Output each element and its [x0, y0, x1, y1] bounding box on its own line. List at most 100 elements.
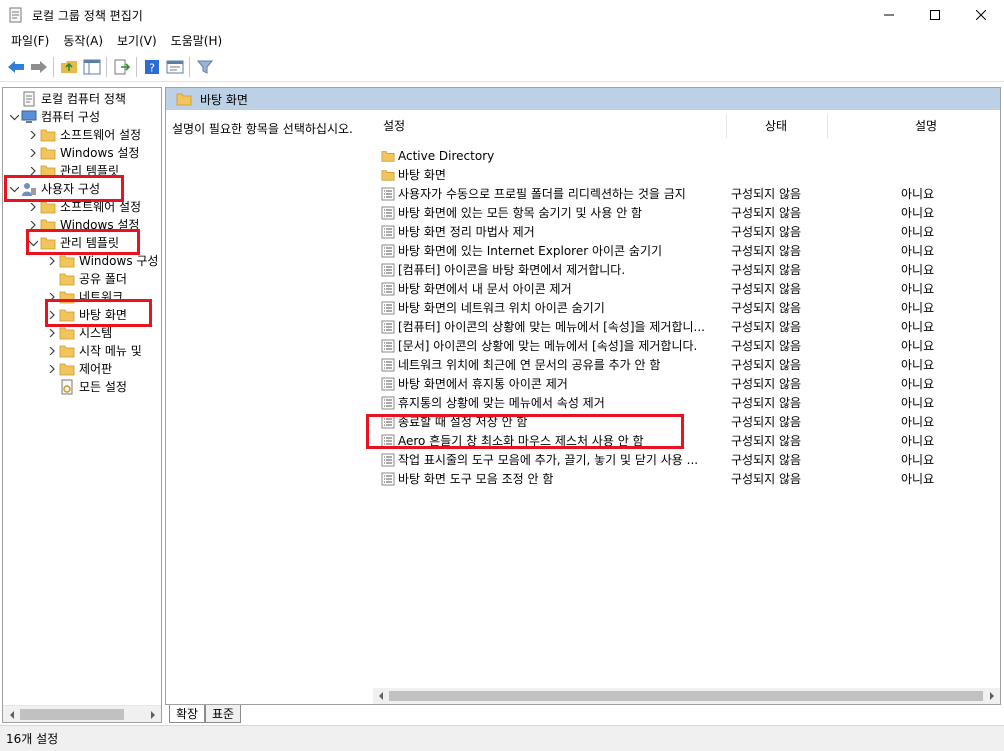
scroll-thumb[interactable] [20, 709, 124, 720]
tree-horizontal-scrollbar[interactable] [3, 705, 161, 722]
filter-button[interactable] [193, 56, 216, 78]
tree-item[interactable]: 소프트웨어 설정 [26, 125, 141, 144]
list-item-setting[interactable]: 바탕 화면에 있는 Internet Explorer 아이콘 숨기기 구성되지 … [373, 242, 1000, 261]
tree-item[interactable]: 관리 템플릿 [26, 233, 119, 252]
title-bar: 로컬 그룹 정책 편집기 [0, 0, 1004, 30]
chevron-down-icon[interactable] [7, 107, 21, 126]
scroll-right-arrow[interactable] [984, 688, 1000, 704]
column-header-state[interactable]: 상태 [765, 112, 787, 140]
list-item-setting[interactable]: 바탕 화면의 네트워크 위치 아이콘 숨기기 구성되지 않음 아니요 [373, 299, 1000, 318]
list-item-setting[interactable]: 휴지통의 상황에 맞는 메뉴에서 속성 제거 구성되지 않음 아니요 [373, 394, 1000, 413]
chevron-right-icon[interactable] [26, 215, 40, 234]
chevron-down-icon[interactable] [26, 233, 40, 252]
policy-setting-icon [381, 472, 395, 486]
chevron-right-icon[interactable] [26, 161, 40, 180]
tree-item[interactable]: 바탕 화면 [45, 305, 127, 324]
column-header-setting[interactable]: 설정 [383, 112, 405, 140]
chevron-right-icon[interactable] [45, 305, 59, 324]
menu-view[interactable]: 보기(V) [110, 31, 164, 51]
setting-name: 휴지통의 상황에 맞는 메뉴에서 속성 제거 [398, 396, 605, 410]
list-item-setting[interactable]: 바탕 화면 도구 모음 조정 안 함 구성되지 않음 아니요 [373, 470, 1000, 489]
properties-button[interactable] [163, 56, 186, 78]
setting-comment: 아니요 [901, 377, 935, 391]
tree-item[interactable]: 시스템 [45, 323, 112, 342]
menu-help[interactable]: 도움말(H) [164, 31, 230, 51]
setting-name: [문서] 아이콘의 상황에 맞는 메뉴에서 [속성]을 제거합니다. [398, 339, 698, 353]
tree-item[interactable]: 네트워크 [45, 287, 123, 306]
window-title: 로컬 그룹 정책 편집기 [32, 8, 143, 23]
tree-item[interactable]: 로컬 컴퓨터 정책 [7, 89, 126, 108]
list-item-setting[interactable]: 네트워크 위치에 최근에 연 문서의 공유를 추가 안 함 구성되지 않음 아니요 [373, 356, 1000, 375]
tree-item[interactable]: 소프트웨어 설정 [26, 197, 141, 216]
tree-item[interactable]: Windows 구성 [45, 251, 158, 270]
maximize-button[interactable] [912, 0, 958, 30]
list-item-setting[interactable]: 바탕 화면에서 휴지통 아이콘 제거 구성되지 않음 아니요 [373, 375, 1000, 394]
tree-item[interactable]: Windows 설정 [26, 143, 139, 162]
folder-icon [381, 151, 395, 162]
tree-item[interactable]: 관리 템플릿 [26, 161, 119, 180]
chevron-right-icon[interactable] [45, 341, 59, 360]
close-button[interactable] [958, 0, 1004, 30]
tree-item[interactable]: 컴퓨터 구성 [7, 107, 100, 126]
scroll-left-arrow[interactable] [373, 688, 389, 704]
chevron-down-icon[interactable] [7, 179, 21, 198]
chevron-right-icon[interactable] [45, 251, 59, 270]
tree-item[interactable]: 공유 폴더 [45, 269, 127, 288]
setting-comment: 아니요 [901, 415, 935, 429]
console-tree-icon [83, 59, 100, 74]
setting-comment: 아니요 [901, 282, 935, 296]
list-item-setting[interactable]: [컴퓨터] 아이콘의 상황에 맞는 메뉴에서 [속성]을 제거합니... 구성되지… [373, 318, 1000, 337]
forward-arrow-icon [30, 60, 47, 73]
chevron-right-icon[interactable] [45, 359, 59, 378]
setting-name: [컴퓨터] 아이콘의 상황에 맞는 메뉴에서 [속성]을 제거합니... [398, 320, 705, 334]
tree-item[interactable]: Windows 설정 [26, 215, 139, 234]
column-divider[interactable] [827, 114, 828, 138]
chevron-right-icon[interactable] [45, 287, 59, 306]
tab-extended[interactable]: 확장 [169, 705, 206, 723]
help-button[interactable]: ? [140, 56, 163, 78]
scroll-right-arrow[interactable] [144, 706, 161, 722]
chevron-right-icon[interactable] [45, 323, 59, 342]
menu-action[interactable]: 동작(A) [56, 31, 110, 51]
chevron-right-icon[interactable] [26, 197, 40, 216]
back-button[interactable] [4, 56, 27, 78]
tree-item[interactable]: 시작 메뉴 및 [45, 341, 142, 360]
column-header-comment[interactable]: 설명 [915, 112, 937, 140]
forward-button[interactable] [27, 56, 50, 78]
menu-file[interactable]: 파일(F) [4, 31, 56, 51]
setting-name: 바탕 화면에 있는 Internet Explorer 아이콘 숨기기 [398, 244, 663, 258]
tree-item[interactable]: 모든 설정 [45, 377, 127, 396]
list-item-setting[interactable]: [컴퓨터] 아이콘을 바탕 화면에서 제거합니다. 구성되지 않음 아니요 [373, 261, 1000, 280]
list-horizontal-scrollbar[interactable] [373, 688, 1000, 704]
list-item-setting[interactable]: 바탕 화면에서 내 문서 아이콘 제거 구성되지 않음 아니요 [373, 280, 1000, 299]
chevron-right-icon[interactable] [26, 125, 40, 144]
export-list-button[interactable] [110, 56, 133, 78]
up-folder-button[interactable] [57, 56, 80, 78]
policy-setting-icon [381, 206, 395, 220]
tree-item[interactable]: 사용자 구성 [7, 179, 100, 198]
list-item-folder[interactable]: 바탕 화면 [373, 166, 1000, 185]
scroll-thumb[interactable] [389, 691, 983, 701]
minimize-button[interactable] [866, 0, 912, 30]
list-item-setting[interactable]: Aero 흔들기 창 최소화 마우스 제스처 사용 안 함 구성되지 않음 아니요 [373, 432, 1000, 451]
list-item-folder[interactable]: Active Directory [373, 147, 1000, 166]
folder-icon [59, 363, 75, 375]
tree-item-label: 소프트웨어 설정 [60, 128, 142, 142]
policy-setting-icon [381, 339, 395, 353]
scroll-left-arrow[interactable] [3, 706, 20, 722]
list-item-setting[interactable]: 사용자가 수동으로 프로필 폴더를 리디렉션하는 것을 금지 구성되지 않음 아니요 [373, 185, 1000, 204]
menu-bar: 파일(F) 동작(A) 보기(V) 도움말(H) [0, 30, 1004, 52]
tab-standard[interactable]: 표준 [205, 705, 242, 723]
policy-setting-icon [381, 396, 395, 410]
tree-item[interactable]: 제어판 [45, 359, 112, 378]
folder-icon [59, 291, 75, 303]
chevron-right-icon[interactable] [26, 143, 40, 162]
list-item-setting[interactable]: [문서] 아이콘의 상황에 맞는 메뉴에서 [속성]을 제거합니다. 구성되지 않… [373, 337, 1000, 356]
list-item-setting[interactable]: 종료할 때 설정 저장 안 함 구성되지 않음 아니요 [373, 413, 1000, 432]
show-hide-tree-button[interactable] [80, 56, 103, 78]
list-item-setting[interactable]: 작업 표시줄의 도구 모음에 추가, 끌기, 놓기 및 닫기 사용 ... 구성되… [373, 451, 1000, 470]
computer-icon [21, 110, 37, 123]
column-divider[interactable] [726, 114, 727, 138]
list-item-setting[interactable]: 바탕 화면 정리 마법사 제거 구성되지 않음 아니요 [373, 223, 1000, 242]
list-item-setting[interactable]: 바탕 화면에 있는 모든 항목 숨기기 및 사용 안 함 구성되지 않음 아니요 [373, 204, 1000, 223]
